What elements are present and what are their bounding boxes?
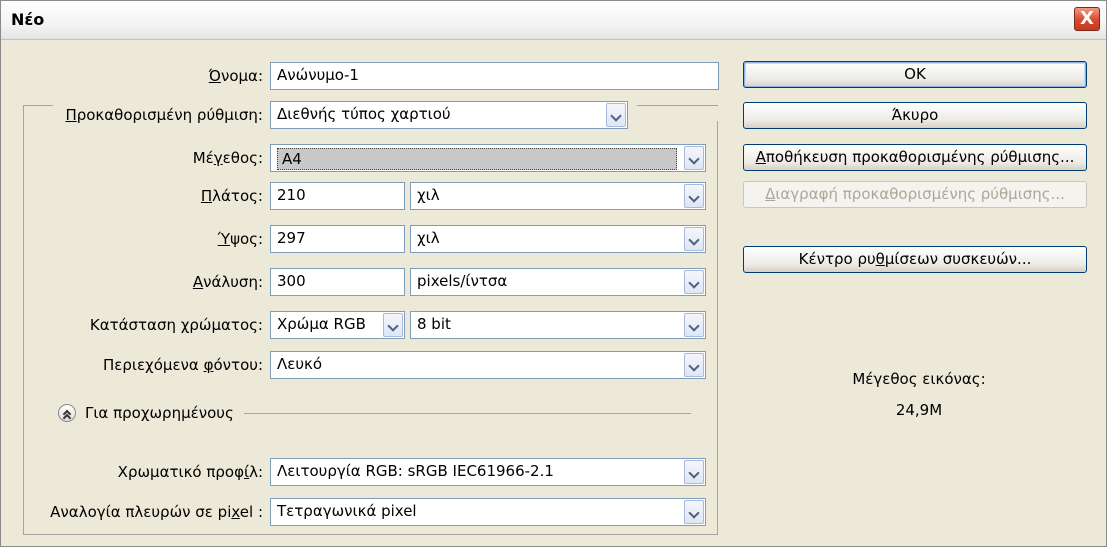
background-label: Περιεχόμενα φόντου: <box>102 356 263 374</box>
save-preset-button[interactable]: Αποθήκευση προκαθορισμένης ρύθμισης... <box>743 144 1087 171</box>
size-select[interactable]: A4 <box>270 144 706 172</box>
color-mode-label: Κατάσταση χρώματος: <box>89 316 263 334</box>
dialog-title: Νέο <box>11 10 45 29</box>
chevron-down-icon[interactable] <box>684 313 704 337</box>
close-button[interactable]: X <box>1074 7 1100 31</box>
color-mode-select[interactable]: Χρώμα RGB <box>270 311 405 339</box>
preset-select[interactable]: Διεθνής τύπος χαρτιού <box>270 101 628 129</box>
chevron-down-icon[interactable] <box>684 353 704 377</box>
chevron-down-icon[interactable] <box>606 103 626 127</box>
collapse-advanced-icon[interactable] <box>58 404 76 422</box>
chevron-down-icon[interactable] <box>684 500 704 524</box>
device-central-button[interactable]: Κέντρο ρυθμίσεων συσκευών... <box>743 246 1087 273</box>
resolution-input[interactable]: 300 <box>270 268 405 296</box>
cancel-button[interactable]: Άκυρο <box>743 102 1087 129</box>
new-document-dialog: Νέο X Όνομα: Ανώνυμο-1 Προκαθορισμένη ρύ… <box>0 0 1107 547</box>
name-label: Όνομα: <box>208 67 263 85</box>
group-legend-line-left <box>23 105 53 106</box>
height-input[interactable]: 297 <box>270 225 405 253</box>
size-label: Μέγεθος: <box>192 149 263 167</box>
chevron-down-icon[interactable] <box>684 227 704 251</box>
pixel-aspect-label: Αναλογία πλευρών σε pixel : <box>50 503 263 521</box>
name-input[interactable]: Ανώνυμο-1 <box>270 62 719 90</box>
advanced-divider <box>244 413 691 414</box>
bit-depth-select[interactable]: 8 bit <box>410 311 706 339</box>
width-unit-select[interactable]: χιλ <box>410 182 706 210</box>
height-label: Ύψος: <box>217 230 263 248</box>
chevron-down-icon[interactable] <box>383 313 403 337</box>
title-bar[interactable]: Νέο X <box>1 1 1106 40</box>
ok-button[interactable]: OK <box>743 61 1087 88</box>
advanced-label[interactable]: Για προχωρημένους <box>85 404 234 422</box>
group-legend-line <box>637 105 718 106</box>
width-label: Πλάτος: <box>200 187 263 205</box>
background-select[interactable]: Λευκό <box>270 351 706 379</box>
height-unit-select[interactable]: χιλ <box>410 225 706 253</box>
pixel-aspect-select[interactable]: Τετραγωνικά pixel <box>270 498 706 526</box>
resolution-unit-select[interactable]: pixels/ίντσα <box>410 268 706 296</box>
delete-preset-button[interactable]: Διαγραφή προκαθορισμένης ρύθμισης... <box>743 181 1087 208</box>
width-input[interactable]: 210 <box>270 182 405 210</box>
chevron-down-icon[interactable] <box>684 270 704 294</box>
image-size-value: 24,9M <box>895 401 943 419</box>
chevron-down-icon[interactable] <box>684 460 704 484</box>
image-size-label: Μέγεθος εικόνας: <box>852 370 986 388</box>
preset-label: Προκαθορισμένη ρύθμιση: <box>65 106 263 124</box>
color-profile-select[interactable]: Λειτουργία RGB: sRGB IEC61966-2.1 <box>270 458 706 486</box>
close-icon: X <box>1080 8 1094 29</box>
resolution-label: Ανάλυση: <box>192 273 263 291</box>
color-profile-label: Χρωματικό προφίλ: <box>117 463 263 481</box>
chevron-down-icon[interactable] <box>684 184 704 208</box>
chevron-down-icon[interactable] <box>684 146 704 170</box>
